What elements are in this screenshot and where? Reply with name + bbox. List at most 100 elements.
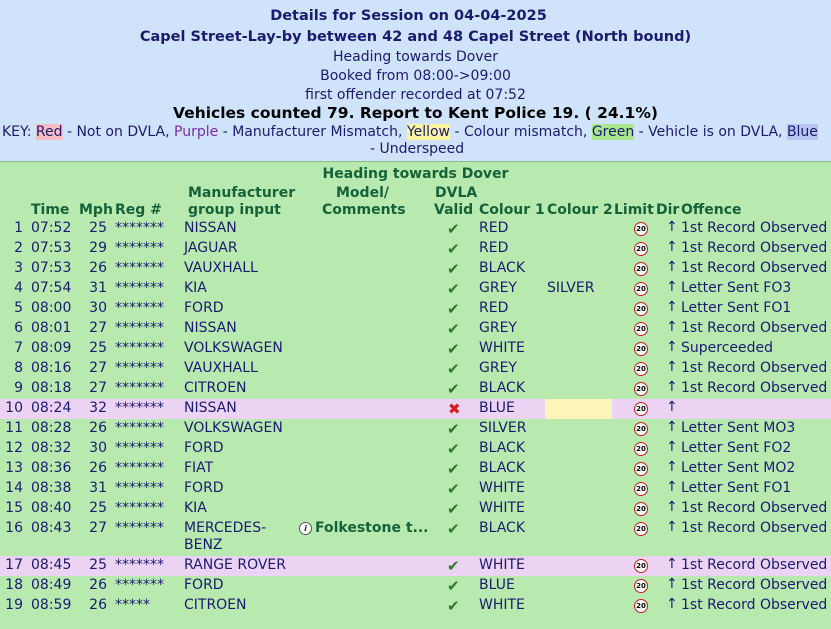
direction-arrow-icon: ↑ [666,239,678,255]
row-offence: 1st Record Observed [681,500,828,516]
row-colour1: BLACK [479,440,526,456]
row-reg: ******* [115,260,164,276]
vehicle-table: Heading towards Dover Time Mph Reg # Man… [0,161,831,629]
row-offence: 1st Record Observed [681,577,828,593]
dvla-valid-icon: ✔ [447,520,460,538]
row-colour1: BLACK [479,520,526,536]
table-row[interactable]: 16 08:43 27 ******* MERCEDES- BENZ i Folkestone… [0,519,831,556]
row-reg: ******* [115,460,164,476]
dvla-valid-icon: ✔ [447,220,460,238]
direction-arrow-icon: ↑ [666,519,678,535]
row-offence: 1st Record Observed [681,360,828,376]
key-green-desc: - Vehicle is on DVLA, [634,124,787,140]
table-row[interactable]: 5 08:00 30 ******* FORD ✔ RED 20 ↑ Letter Sent FO… [0,299,831,319]
speed-limit-icon: 20 [634,362,648,376]
direction-arrow-icon: ↑ [666,399,678,415]
dvla-valid-icon: ✔ [447,300,460,318]
dvla-valid-icon: ✔ [447,260,460,278]
row-time: 08:59 [31,597,72,613]
table-row[interactable]: 2 07:53 29 ******* JAGUAR ✔ RED 20 ↑ 1st Record O… [0,239,831,259]
table-row[interactable]: 19 08:59 26 ***** CITROEN ✔ WHITE 20 ↑ 1st Record… [0,596,831,616]
row-time: 08:09 [31,340,72,356]
table-row[interactable]: 10 08:24 32 ******* NISSAN ✖ BLUE 20 ↑ [0,399,831,419]
table-row[interactable]: 4 07:54 31 ******* KIA ✔ GREY SILVER 20 ↑ Letter S… [0,279,831,299]
row-comment[interactable]: Folkestone t... [315,520,428,536]
row-mph: 29 [89,240,107,256]
info-icon[interactable]: i [299,522,312,535]
row-manufacturer-line2: BENZ [184,537,223,553]
row-colour1: RED [479,300,509,316]
row-reg: ***** [115,597,150,613]
table-row[interactable]: 3 07:53 26 ******* VAUXHALL ✔ BLACK 20 ↑ 1st Reco… [0,259,831,279]
row-reg: ******* [115,557,164,573]
row-number: 6 [14,320,23,336]
speed-limit-icon: 20 [634,522,648,536]
row-mph: 27 [89,520,107,536]
dvla-valid-icon: ✔ [447,557,460,575]
table-row[interactable]: 17 08:45 25 ******* RANGE ROVER ✔ WHITE 20 ↑ 1st … [0,556,831,576]
row-time: 08:36 [31,460,72,476]
table-row[interactable]: 11 08:28 26 ******* VOLKSWAGEN ✔ SILVER 20 ↑ Lett… [0,419,831,439]
direction-arrow-icon: ↑ [666,499,678,515]
row-colour1: WHITE [479,480,525,496]
row-reg: ******* [115,300,164,316]
dvla-invalid-icon: ✖ [448,400,461,418]
row-number: 14 [5,480,23,496]
speed-limit-icon: 20 [634,262,648,276]
row-offence: 1st Record Observed [681,520,828,536]
row-mph: 27 [89,320,107,336]
row-colour1: BLUE [479,577,515,593]
row-colour1: WHITE [479,500,525,516]
row-colour1: SILVER [479,420,527,436]
table-row[interactable]: 8 08:16 27 ******* VAUXHALL ✔ GREY 20 ↑ 1st Recor… [0,359,831,379]
row-manufacturer: FIAT [184,460,214,476]
row-mph: 30 [89,300,107,316]
colour-key: KEY: Red - Not on DVLA, Purple - Manufac… [2,124,831,140]
colour-mismatch-highlight [545,399,612,419]
direction-arrow-icon: ↑ [666,419,678,435]
speed-limit-icon: 20 [634,422,648,436]
row-reg: ******* [115,340,164,356]
direction-arrow-icon: ↑ [666,596,678,612]
row-reg: ******* [115,577,164,593]
table-row[interactable]: 1 07:52 25 ******* NISSAN ✔ RED 20 ↑ 1st Record O… [0,219,831,239]
direction-arrow-icon: ↑ [666,279,678,295]
row-offence: Superceeded [681,340,774,356]
row-mph: 31 [89,480,107,496]
table-row[interactable]: 12 08:32 30 ******* FORD ✔ BLACK 20 ↑ Letter Sent… [0,439,831,459]
row-number: 1 [14,220,23,236]
row-time: 08:43 [31,520,72,536]
table-row[interactable]: 15 08:40 25 ******* KIA ✔ WHITE 20 ↑ 1st Record O… [0,499,831,519]
row-colour2: SILVER [547,280,595,296]
speed-limit-icon: 20 [634,482,648,496]
row-mph: 25 [89,500,107,516]
table-row[interactable]: 7 08:09 25 ******* VOLKSWAGEN ✔ WHITE 20 ↑ Superc… [0,339,831,359]
table-row[interactable]: 6 08:01 27 ******* NISSAN ✔ GREY 20 ↑ 1st Record … [0,319,831,339]
row-manufacturer: FORD [184,480,224,496]
table-row[interactable]: 14 08:38 31 ******* FORD ✔ WHITE 20 ↑ Letter Sent… [0,479,831,499]
row-time: 07:53 [31,260,72,276]
session-heading: Heading towards Dover [333,49,498,65]
table-row[interactable]: 13 08:36 26 ******* FIAT ✔ BLACK 20 ↑ Letter Sent… [0,459,831,479]
table-row[interactable]: 9 08:18 27 ******* CITROEN ✔ BLACK 20 ↑ 1st Recor… [0,379,831,399]
direction-arrow-icon: ↑ [666,219,678,235]
row-number: 7 [14,340,23,356]
row-number: 3 [14,260,23,276]
key-yellow: Yellow [406,124,450,140]
colour-key-line2: - Underspeed [370,141,465,157]
row-colour1: RED [479,240,509,256]
row-manufacturer: CITROEN [184,380,247,396]
speed-limit-icon: 20 [634,282,648,296]
col-mph: Mph [79,202,113,218]
row-number: 16 [5,520,23,536]
row-mph: 31 [89,280,107,296]
row-time: 08:18 [31,380,72,396]
row-manufacturer: JAGUAR [184,240,238,256]
row-manufacturer: VOLKSWAGEN [184,420,283,436]
row-number: 18 [5,577,23,593]
speed-limit-icon: 20 [634,242,648,256]
table-row[interactable]: 18 08:49 26 ******* FORD ✔ BLUE 20 ↑ 1st Record O… [0,576,831,596]
direction-arrow-icon: ↑ [666,576,678,592]
row-mph: 25 [89,340,107,356]
row-colour1: RED [479,220,509,236]
